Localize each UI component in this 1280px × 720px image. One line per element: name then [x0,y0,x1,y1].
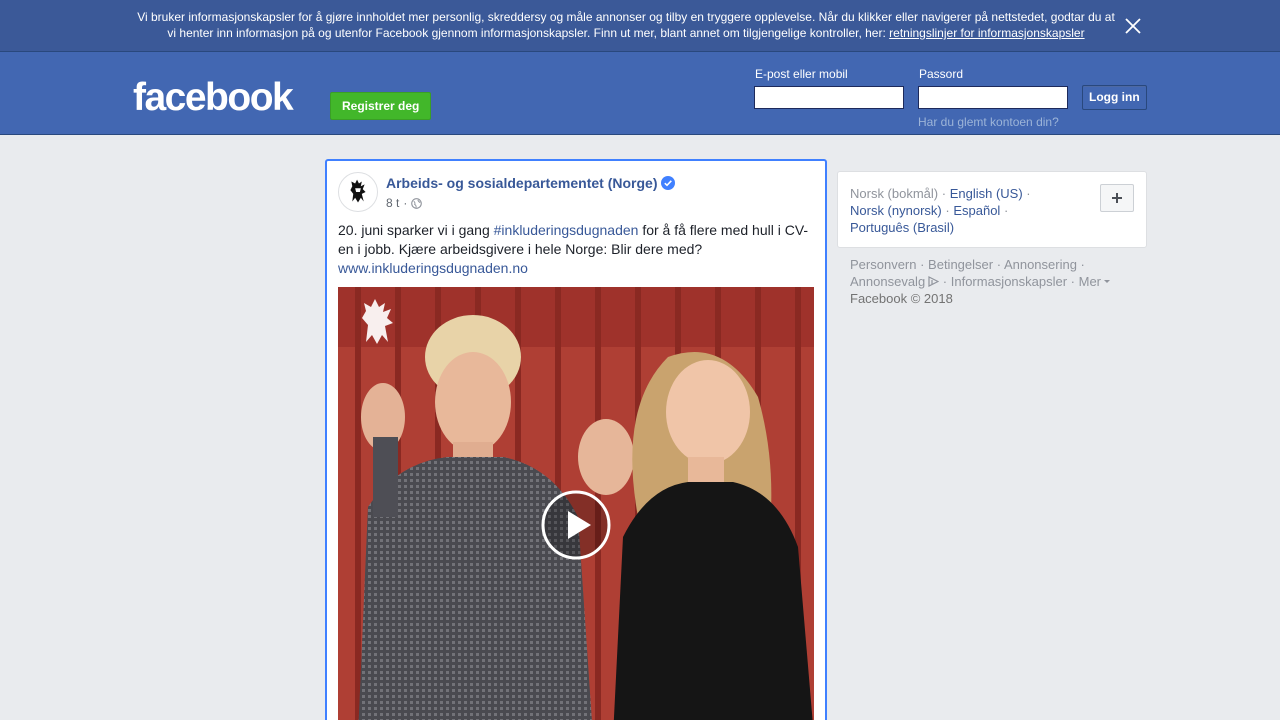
post-text-start: 20. juni sparker vi i gang [338,222,494,238]
post-text: 20. juni sparker vi i gang #inkluderings… [338,221,814,278]
external-link[interactable]: www.inkluderingsdugnaden.no [338,260,528,276]
cookie-policy-link[interactable]: retningslinjer for informasjonskapsler [889,26,1084,40]
page-name-link[interactable]: Arbeids- og sosialdepartementet (Norge) [386,175,658,191]
close-icon[interactable] [1123,16,1143,36]
post-meta: 8 t · [386,196,423,210]
video-player[interactable] [338,287,814,720]
play-icon[interactable] [541,490,611,560]
adchoices-icon [928,276,940,287]
language-option-espanol[interactable]: Español [953,203,1000,218]
footer-link-advertising[interactable]: Annonsering [1004,257,1077,272]
adchoices-label: Annonsevalg [850,274,926,289]
password-field[interactable] [918,86,1068,109]
add-language-button[interactable] [1100,184,1134,212]
email-field[interactable] [754,86,904,109]
copyright: Facebook © 2018 [850,291,953,306]
password-label: Passord [919,67,964,81]
plus-icon [1112,193,1122,203]
footer-links: Personvern · Betingelser · Annonsering ·… [850,256,1140,307]
lion-crest-icon [350,179,366,203]
register-button[interactable]: Registrer deg [330,92,432,120]
caret-down-icon [1104,280,1111,283]
footer-link-adchoices[interactable]: Annonsevalg [850,274,940,289]
language-option-nynorsk[interactable]: Norsk (nynorsk) [850,203,942,218]
post-card: Arbeids- og sosialdepartementet (Norge) … [325,159,827,720]
page-avatar[interactable] [338,172,378,212]
language-option-portugues[interactable]: Português (Brasil) [850,220,954,235]
footer-link-privacy[interactable]: Personvern [850,257,916,272]
site-header: facebook Registrer deg E-post eller mobi… [0,52,1280,135]
verified-badge-icon [661,176,675,190]
globe-icon [411,197,423,209]
language-list: Norsk (bokmål) · English (US) · Norsk (n… [850,186,1031,235]
email-label: E-post eller mobil [755,67,848,81]
cookie-text-line2: vi henter inn informasjon på og utenfor … [167,26,886,40]
login-button[interactable]: Logg inn [1082,85,1147,110]
hashtag-link[interactable]: #inkluderingsdugnaden [494,222,639,238]
cookie-banner-text: Vi bruker informasjonskapsler for å gjør… [130,9,1122,41]
facebook-logo[interactable]: facebook [133,76,294,120]
language-current: Norsk (bokmål) [850,186,939,201]
meta-separator: · [403,196,408,210]
footer-link-more[interactable]: Mer [1078,274,1111,289]
cookie-text-line1: Vi bruker informasjonskapsler for å gjør… [137,10,1115,24]
language-option-english[interactable]: English (US) [950,186,1023,201]
footer-link-terms[interactable]: Betingelser [928,257,993,272]
cookie-banner: Vi bruker informasjonskapsler for å gjør… [0,0,1280,52]
more-label: Mer [1078,274,1102,289]
footer-link-cookies[interactable]: Informasjonskapsler [951,274,1067,289]
language-selector: Norsk (bokmål) · English (US) · Norsk (n… [837,171,1147,248]
forgot-account-link[interactable]: Har du glemt kontoen din? [918,115,1059,129]
post-timestamp[interactable]: 8 t [386,196,399,210]
